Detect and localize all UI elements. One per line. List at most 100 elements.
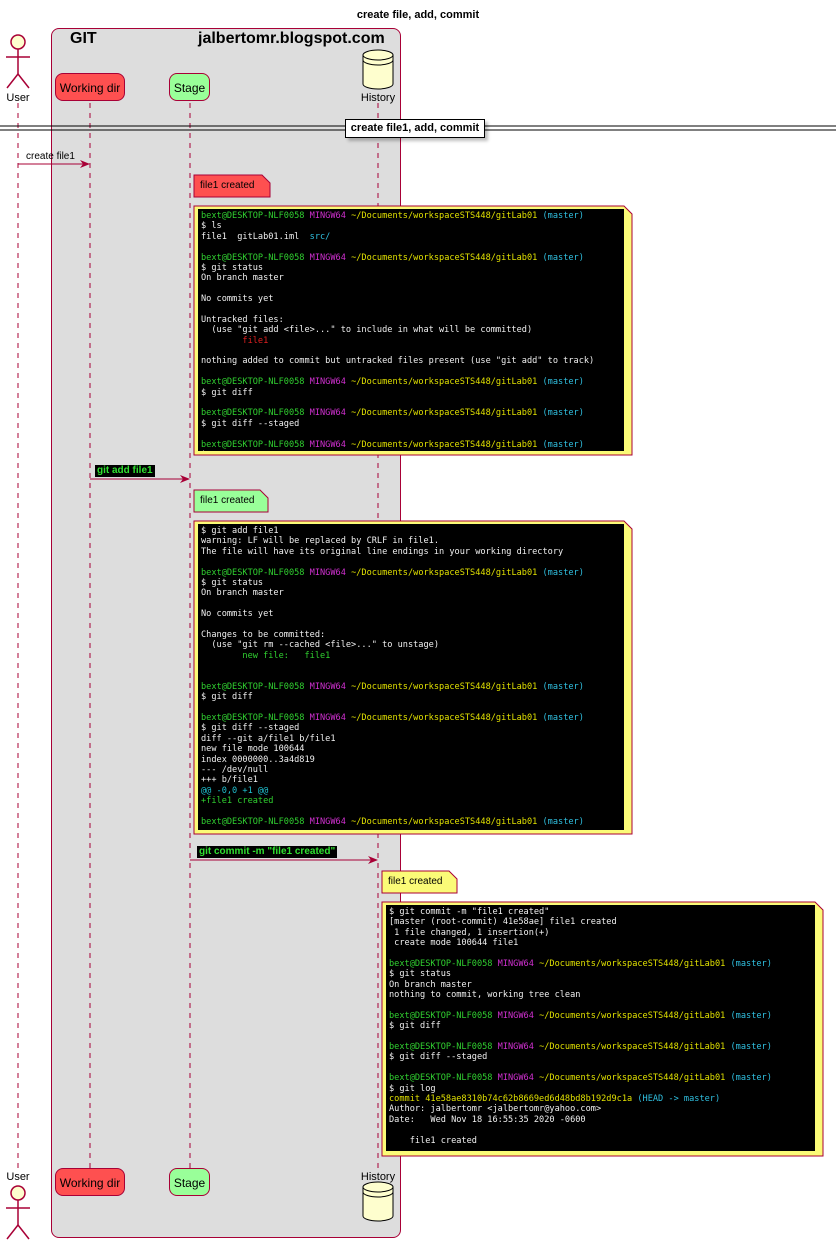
terminal-segment: diff --git a/file1 b/file1 (201, 733, 336, 744)
terminal-line: Untracked files: (201, 315, 621, 325)
terminal-segment: (master) (542, 377, 584, 388)
terminal-segment: commit 41e58ae8310b74c62b8669ed6d48bd8b1… (389, 1094, 638, 1105)
terminal-segment: bext@DESKTOP-NLF0058 (201, 567, 310, 578)
terminal-line: $ git status (389, 969, 812, 979)
terminal-segment: nothing added to commit but untracked fi… (201, 356, 595, 367)
terminal-segment: warning: LF will be replaced by CRLF in … (201, 536, 439, 547)
terminal-line: $ git diff (389, 1021, 812, 1031)
terminal-segment: --- /dev/null (201, 764, 269, 775)
terminal-segment: @@ -0,0 +1 @@ (201, 785, 269, 796)
terminal-line: new file: file1 (201, 651, 621, 661)
terminal-segment: No commits yet (201, 609, 274, 620)
terminal-segment: file1 gitLab01.iml (201, 231, 310, 242)
terminal-segment: $ (201, 450, 206, 451)
terminal-segment: (master) (542, 211, 584, 221)
terminal-segment: On branch master (201, 273, 284, 284)
terminal-line: bext@DESKTOP-NLF0058 MINGW64 ~/Documents… (389, 1073, 812, 1083)
terminal-segment: $ git diff (389, 1021, 441, 1032)
terminal-line: @@ -0,0 +1 @@ (201, 786, 621, 796)
terminal-segment: create mode 100644 file1 (389, 938, 519, 949)
terminal-segment: MINGW64 (497, 958, 540, 969)
terminal-line: Date: Wed Nov 18 16:55:35 2020 -0600 (389, 1115, 812, 1125)
terminal-segment: +file1 created (201, 796, 274, 807)
terminal-line: $ git log (389, 1084, 812, 1094)
terminal-segment: (master) (730, 1010, 772, 1021)
terminal-segment: (master) (730, 1042, 772, 1053)
message-git-commit: git commit -m "file1 created" (197, 846, 338, 858)
terminal-segment: (HEAD -> master) (637, 1094, 721, 1105)
message-create-file: create file1 (26, 151, 75, 162)
terminal-line: $ git commit -m "file1 created" (389, 907, 812, 917)
terminal-segment: bext@DESKTOP-NLF0058 (201, 816, 310, 827)
terminal-line: (use "git add <file>..." to include in w… (201, 325, 621, 335)
terminal-segment: $ git status (201, 577, 264, 588)
participant-history-label-bottom: History (360, 1171, 396, 1183)
terminal-segment: MINGW64 (309, 681, 352, 692)
terminal-segment: $ git add file1 (201, 526, 279, 536)
terminal-segment: The file will have its original line end… (201, 546, 564, 557)
terminal-segment: ~/Documents/workspaceSTS448/gitLab01 (351, 439, 543, 450)
database-history-top (362, 49, 394, 90)
terminal-line: warning: LF will be replaced by CRLF in … (201, 536, 621, 546)
participant-user-label-top: User (6, 92, 30, 104)
terminal-segment: $ git commit -m "file1 created" (389, 907, 550, 917)
terminal-line: The file will have its original line end… (201, 547, 621, 557)
note-stage-file1-created: file1 created (200, 495, 255, 506)
terminal-segment: (master) (730, 1073, 772, 1084)
terminal-line: nothing added to commit but untracked fi… (201, 356, 621, 366)
terminal-segment: MINGW64 (309, 377, 352, 388)
terminal-segment: ~/Documents/workspaceSTS448/gitLab01 (351, 377, 543, 388)
terminal-segment: ~/Documents/workspaceSTS448/gitLab01 (539, 958, 731, 969)
terminal-line: --- /dev/null (201, 765, 621, 775)
terminal-output-1: bext@DESKTOP-NLF0058 MINGW64 ~/Documents… (198, 209, 624, 451)
participant-stage-bottom: Stage (169, 1168, 210, 1196)
terminal-line: bext@DESKTOP-NLF0058 MINGW64 ~/Documents… (201, 713, 621, 723)
terminal-line: +file1 created (201, 796, 621, 806)
participant-workdir-bottom: Working dir (55, 1168, 125, 1196)
terminal-output-3: $ git commit -m "file1 created" [master (… (386, 905, 815, 1151)
terminal-segment: ~/Documents/workspaceSTS448/gitLab01 (351, 567, 543, 578)
terminal-line: $ ls (201, 221, 621, 231)
terminal-segment: ~/Documents/workspaceSTS448/gitLab01 (351, 211, 543, 221)
terminal-segment: bext@DESKTOP-NLF0058 (389, 1010, 498, 1021)
terminal-line: $ git diff (201, 692, 621, 702)
database-history-bottom (362, 1181, 394, 1222)
terminal-segment: ~/Documents/workspaceSTS448/gitLab01 (539, 1042, 731, 1053)
terminal-line: +++ b/file1 (201, 775, 621, 785)
actor-user-top (6, 34, 30, 89)
terminal-segment: (master) (542, 439, 584, 450)
terminal-line: diff --git a/file1 b/file1 (201, 734, 621, 744)
terminal-segment: $ git diff --staged (389, 1052, 488, 1063)
terminal-segment: (master) (542, 816, 584, 827)
terminal-line: nothing to commit, working tree clean (389, 990, 812, 1000)
terminal-segment: MINGW64 (497, 1042, 540, 1053)
terminal-segment: No commits yet (201, 294, 274, 305)
terminal-segment: On branch master (201, 588, 284, 599)
divider-label: create file1, add, commit (345, 119, 485, 138)
terminal-line: $ (201, 450, 621, 451)
terminal-segment: (use "git add <file>..." to include in w… (201, 325, 533, 336)
terminal-line: bext@DESKTOP-NLF0058 MINGW64 ~/Documents… (389, 1011, 812, 1021)
terminal-line: bext@DESKTOP-NLF0058 MINGW64 ~/Documents… (201, 568, 621, 578)
participant-user-label-bottom: User (6, 1171, 30, 1183)
terminal-line: file1 (201, 336, 621, 346)
terminal-segment: ~/Documents/workspaceSTS448/gitLab01 (539, 1073, 731, 1084)
terminal-line: $ git diff --staged (201, 419, 621, 429)
terminal-line: $ git status (201, 578, 621, 588)
note-history-file1-created: file1 created (388, 876, 443, 887)
terminal-segment: bext@DESKTOP-NLF0058 (389, 958, 498, 969)
terminal-line: (use "git rm --cached <file>..." to unst… (201, 640, 621, 650)
terminal-line: bext@DESKTOP-NLF0058 MINGW64 ~/Documents… (201, 211, 621, 221)
terminal-segment: $ git diff --staged (201, 418, 300, 429)
